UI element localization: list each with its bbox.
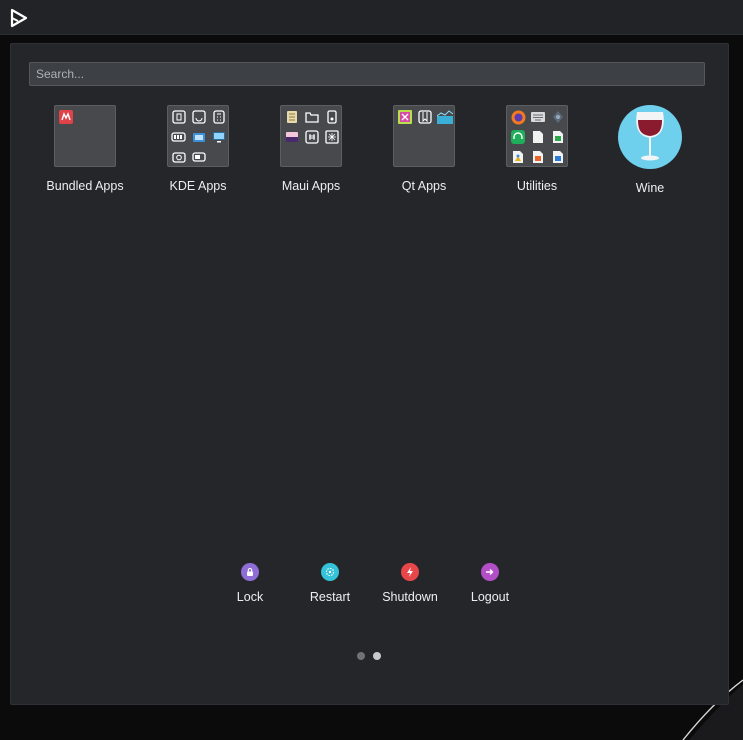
battery-icon [169,127,189,147]
folder-bundled-apps[interactable]: Bundled Apps [29,105,141,201]
app-label: Utilities [516,179,558,193]
screenshot-icon [189,127,209,147]
spreadsheet-icon [548,127,568,147]
firefox-icon [508,107,528,127]
book-icon [415,107,435,127]
restart-icon [321,563,339,581]
folder-icon [506,105,568,167]
folder-icon [280,105,342,167]
lock-label: Lock [236,590,264,604]
folder-icon [54,105,116,167]
page-indicator [357,652,381,660]
camera-icon [169,147,189,167]
folder-utilities[interactable]: Utilities [481,105,593,201]
folder-maui-apps[interactable]: Maui Apps [255,105,367,201]
bundled-app-icon [56,107,76,127]
logout-button[interactable]: Logout [450,563,530,604]
launcher-logo-icon[interactable] [9,8,29,28]
lock-icon [241,563,259,581]
calculator-icon [209,107,229,127]
writer-icon [548,147,568,167]
shutdown-button[interactable]: Shutdown [370,563,450,604]
folder-icon [167,105,229,167]
image-viewer-icon [282,127,302,147]
app-label: Qt Apps [401,179,447,193]
power-icon [401,563,419,581]
folder-small-icon [302,107,322,127]
app-label: Wine [635,181,665,195]
app-launcher-panel: Bundled Apps KDE Apps Maui Apps [10,43,729,705]
keyboard-icon [528,107,548,127]
notes-icon [282,107,302,127]
qt-designer-icon [395,107,415,127]
top-bar [0,0,743,35]
folder-icon [393,105,455,167]
disk-utility-icon [548,107,568,127]
shutdown-label: Shutdown [382,590,438,604]
logout-label: Logout [470,590,510,604]
monitor-icon [209,127,229,147]
app-label: KDE Apps [169,179,227,193]
archive-icon [169,107,189,127]
folder-kde-apps[interactable]: KDE Apps [142,105,254,201]
lock-button[interactable]: Lock [210,563,290,604]
page-dot-1[interactable] [357,652,365,660]
folder-qt-apps[interactable]: Qt Apps [368,105,480,201]
headphones-icon [508,127,528,147]
logout-icon [481,563,499,581]
hash-icon [302,127,322,147]
terminal-icon [189,107,209,127]
app-label: Bundled Apps [46,179,124,193]
app-label: Maui Apps [281,179,341,193]
wine-glass-icon [618,105,682,169]
station-icon [322,127,342,147]
app-wine[interactable]: Wine [594,105,706,201]
page-dot-2-active[interactable] [373,652,381,660]
document-icon [528,127,548,147]
toggle-icon [189,147,209,167]
draw-icon [508,147,528,167]
search-input[interactable] [29,62,705,86]
restart-label: Restart [309,590,351,604]
phone-icon [322,107,342,127]
presentation-icon [528,147,548,167]
restart-button[interactable]: Restart [290,563,370,604]
qt-chart-icon [435,107,455,127]
